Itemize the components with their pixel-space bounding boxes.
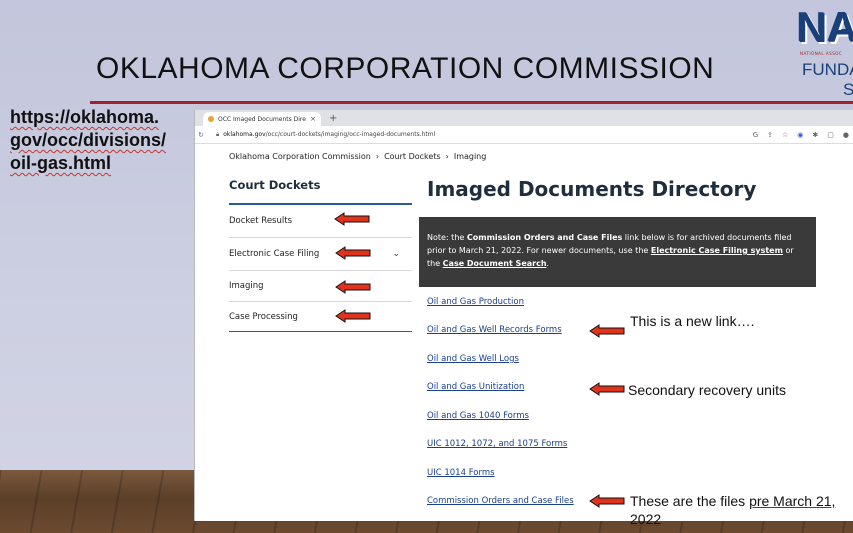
reload-icon[interactable]: ↻ (198, 131, 208, 139)
brand-text-line1: FUNDA (802, 60, 853, 79)
breadcrumb-item[interactable]: Oklahoma Corporation Commission (229, 152, 371, 161)
close-icon[interactable]: × (310, 115, 316, 123)
brand-text-line2: S (843, 80, 853, 99)
breadcrumb-item[interactable]: Imaging (454, 152, 487, 161)
annotation-pre-march-files: These are the files pre March 21, 2022 (630, 493, 836, 527)
case-document-search-link[interactable]: Case Document Search (443, 259, 547, 268)
sidepanel-icon[interactable]: ▢ (827, 131, 834, 139)
url-line-3: oil-gas.html (10, 153, 112, 173)
url-line-2: gov/occ/divisions/ (10, 130, 167, 150)
chevron-right-icon: › (375, 152, 380, 161)
annotation-secondary-recovery: Secondary recovery units (628, 382, 786, 398)
lock-icon[interactable]: 🔒︎ (216, 131, 219, 139)
extension-icon[interactable]: ◉ (797, 131, 803, 139)
address-bar[interactable]: ↻ 🔒︎ oklahoma.gov/occ/court-dockets/imag… (195, 126, 853, 144)
address-bar-icons: G ⇪ ☆ ◉ ✱ ▢ ● (753, 131, 853, 139)
link-oil-gas-production[interactable]: Oil and Gas Production (427, 297, 524, 307)
link-commission-orders[interactable]: Commission Orders and Case Files (427, 496, 574, 506)
link-well-logs[interactable]: Oil and Gas Well Logs (427, 354, 519, 364)
arrow-left-icon (589, 324, 625, 338)
tab-title: OCC Imaged Documents Direc (218, 115, 307, 123)
brand-logo: NA (797, 6, 853, 50)
page-title: Imaged Documents Directory (427, 177, 757, 201)
link-unitization[interactable]: Oil and Gas Unitization (427, 382, 524, 392)
sidebar-item-electronic-case-filing[interactable]: Electronic Case Filing ⌄ (229, 238, 412, 271)
link-uic-1014-forms[interactable]: UIC 1014 Forms (427, 468, 495, 478)
address-url[interactable]: oklahoma.gov/occ/court-dockets/imaging/o… (223, 131, 435, 138)
archive-note: Note: the Commission Orders and Case Fil… (419, 217, 816, 287)
breadcrumb-item[interactable]: Court Dockets (384, 152, 441, 161)
url-caption: https://oklahoma. gov/occ/divisions/ oil… (10, 106, 195, 175)
link-1040-forms[interactable]: Oil and Gas 1040 Forms (427, 411, 529, 421)
sidebar-item-docket-results[interactable]: Docket Results (229, 205, 412, 238)
sidebar-heading: Court Dockets (229, 178, 321, 192)
arrow-left-icon (589, 494, 625, 508)
arrow-left-icon (335, 246, 371, 260)
arrow-left-icon (335, 309, 371, 323)
puzzle-icon[interactable]: ✱ (812, 131, 818, 139)
brand-tagline: NATIONAL ASSOC (800, 51, 843, 56)
google-icon[interactable]: G (753, 131, 758, 139)
sidebar-item-case-processing[interactable]: Case Processing (229, 302, 412, 332)
browser-tab[interactable]: OCC Imaged Documents Direc × (203, 112, 321, 126)
electronic-case-filing-link[interactable]: Electronic Case Filing system (651, 246, 783, 255)
chevron-right-icon: › (445, 152, 449, 161)
arrow-left-icon (334, 212, 370, 226)
link-uic-1012-forms[interactable]: UIC 1012, 1072, and 1075 Forms (427, 439, 567, 449)
profile-icon[interactable]: ● (843, 131, 849, 139)
title-divider (90, 101, 853, 104)
favicon-icon (208, 116, 214, 122)
arrow-left-icon (589, 382, 625, 396)
url-line-1: https://oklahoma. (10, 107, 160, 127)
link-well-records-forms[interactable]: Oil and Gas Well Records Forms (427, 325, 562, 335)
new-tab-button[interactable]: + (329, 112, 337, 126)
chevron-down-icon[interactable]: ⌄ (392, 249, 400, 259)
sidebar-item-imaging[interactable]: Imaging (229, 271, 412, 302)
annotation-new-link: This is a new link…. (630, 313, 755, 329)
slide-title: OKLAHOMA CORPORATION COMMISSION (96, 52, 715, 85)
tab-bar: OCC Imaged Documents Direc × + (195, 110, 853, 126)
arrow-left-icon (335, 280, 371, 294)
share-icon[interactable]: ⇪ (767, 131, 773, 139)
bookmark-star-icon[interactable]: ☆ (782, 131, 788, 139)
breadcrumb: Oklahoma Corporation Commission › Court Do… (229, 152, 486, 161)
